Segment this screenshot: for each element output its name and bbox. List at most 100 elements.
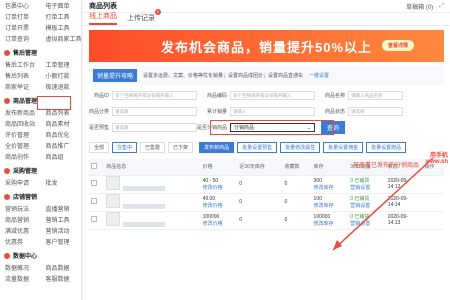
sidebar-item[interactable]: 包裹中心 [0, 1, 41, 10]
sidebar-item[interactable]: 优惠券 [0, 237, 41, 246]
filter-name-input[interactable]: 请输入商品名称 [348, 91, 403, 100]
action-button[interactable]: 批量设置预售 [237, 142, 278, 153]
section-icon [4, 49, 10, 56]
sidebar-item[interactable]: 商品创作 [0, 152, 41, 161]
sidebar: 包裹中心 电子面单 订单打单 打单工具 订单开票 模板工具 订单查询 虚拟商家工具 售后管理 售后… [0, 0, 82, 300]
tip-text: 设置多运费、文案、价格等优化销量；设置商品成团价；设置商品直通车 [143, 72, 304, 79]
sidebar-item[interactable]: 订单打单 [0, 12, 41, 21]
sidebar-item[interactable]: 商品优化 [41, 130, 82, 139]
recent-stock-cell: 0 [237, 175, 283, 194]
sidebar-item[interactable]: 采购申请 [0, 178, 41, 187]
edit-price-link[interactable]: 修改价格 [203, 202, 236, 209]
sidebar-item[interactable]: 商品回收站 [0, 119, 41, 128]
action-button[interactable]: 批量修改属性 [280, 142, 321, 153]
filter-id-label: 商品ID [93, 93, 109, 99]
sidebar-section-title: 店铺营销 [0, 190, 81, 203]
sidebar-item[interactable]: 商品数据 [41, 263, 82, 272]
product-thumbnail[interactable] [106, 194, 121, 208]
filter-code-input[interactable]: 多个空格隔开或逗号隔开输入 [230, 91, 315, 100]
sidebar-item[interactable]: 小额打款 [41, 71, 82, 80]
edit-price-link[interactable]: 修改价格 [203, 184, 236, 191]
row-checkbox-cell [89, 175, 105, 194]
sidebar-item[interactable]: 售后工作台 [0, 60, 41, 69]
status-filter-tab[interactable]: 已售罄 [140, 142, 166, 153]
sidebar-item[interactable]: 打单工具 [41, 12, 82, 21]
product-thumbnail[interactable] [106, 212, 121, 226]
sidebar-row: 优惠券 客户管理 [0, 236, 81, 247]
sidebar-row: 商家举证 极速退款 [0, 81, 81, 92]
favorites-cell: 0 [282, 175, 312, 194]
sidebar-item[interactable]: 订单查询 [0, 34, 41, 43]
column-header: 价格 [200, 159, 238, 176]
status-filter-tab[interactable]: 在售中 [112, 142, 138, 153]
expand-icon[interactable]: ⤢ [439, 3, 444, 10]
sidebar-item[interactable]: 工单管理 [41, 60, 82, 69]
sidebar-item[interactable]: 满减优惠 [0, 226, 41, 235]
section-label: 商品管理 [13, 99, 38, 105]
banner-button[interactable]: 查看详情 [381, 40, 414, 51]
sidebar-item[interactable]: 直播营销 [41, 204, 82, 213]
sidebar-section-title: 售后管理 [0, 46, 81, 59]
sidebar-item[interactable]: 营销工具 [41, 215, 82, 224]
sidebar-item[interactable]: 模板工具 [41, 23, 82, 32]
recent-stock-cell: 0 [237, 193, 283, 212]
top-right: 草稿箱 (0) ⤢ [406, 2, 444, 11]
sidebar-row: 营销玩法 直播营销 [0, 203, 81, 214]
tip-link[interactable]: 一键设置 [309, 72, 329, 79]
sidebar-item[interactable]: 订单开票 [0, 23, 41, 32]
sidebar-item[interactable]: 营销活动 [41, 226, 82, 235]
sidebar-item[interactable]: 流量数据 [0, 274, 41, 283]
filter-panel: 商品ID 多个空格隔开或逗号隔开输入 商品编码 多个空格隔开或逗号隔开输入 商品… [89, 89, 444, 137]
select-all-checkbox[interactable] [91, 162, 97, 169]
column-header: 收藏数 [282, 159, 312, 176]
filter-sales-input[interactable]: 请输入 [230, 107, 315, 116]
sidebar-item[interactable]: 客服数据 [41, 274, 82, 283]
status-filter-tab[interactable]: 全部 [89, 142, 110, 153]
row-checkbox[interactable] [91, 180, 97, 186]
favorites-cell: 0 [282, 193, 312, 212]
sidebar-item[interactable]: 电子面单 [41, 1, 82, 10]
sidebar-item[interactable]: 商家举证 [0, 82, 41, 91]
sidebar-item[interactable]: 批发 [41, 178, 82, 187]
filter-status-select[interactable]: 请选择 [348, 107, 403, 116]
sidebar-item[interactable]: 数据概况 [0, 263, 41, 272]
sidebar-item[interactable]: 商品素材 [41, 119, 82, 128]
price-cell: 49.00 修改价格 [200, 193, 238, 212]
sidebar-row: 评价管理 商品优化 [0, 129, 81, 140]
promo-banner[interactable]: 发布机会商品，销量提升50%以上 查看详情 [89, 30, 444, 62]
sidebar-item[interactable]: 商品营销 [0, 215, 41, 224]
sidebar-item[interactable]: 虚拟商家工具 [41, 34, 82, 43]
sidebar-item[interactable]: 营销玩法 [0, 204, 41, 213]
sidebar-row: 商品创作 商品组 [0, 151, 81, 162]
sidebar-row: 订单查询 虚拟商家工具 [0, 33, 81, 44]
sidebar-item[interactable]: 商品组 [41, 152, 82, 161]
sidebar-item[interactable]: 评价管理 [0, 130, 41, 139]
sidebar-row: 商品营销 营销工具 [0, 214, 81, 225]
filter-sales-label: 累计销量 [206, 109, 227, 115]
draft-box-link[interactable]: 草稿箱 (0) [406, 2, 433, 11]
action-button[interactable]: 发布新商品 [199, 142, 235, 153]
sidebar-item[interactable]: 极速退款 [41, 82, 82, 91]
status-filter-tab[interactable]: 已下架 [168, 142, 194, 153]
sidebar-item[interactable]: 售后列表 [0, 71, 41, 80]
tab-upload-records[interactable]: 上传记录 5 [127, 9, 161, 25]
product-name-blurred [123, 186, 166, 192]
row-checkbox[interactable] [91, 216, 97, 222]
sidebar-item[interactable]: 商品推广 [41, 141, 82, 150]
filter-category-select[interactable]: 请选择 [112, 107, 197, 116]
row-checkbox[interactable] [91, 198, 97, 204]
product-thumbnail[interactable] [106, 176, 121, 190]
filter-status-label: 商品状态 [324, 109, 345, 115]
tab-online[interactable]: 线上商品 [89, 11, 117, 25]
filter-id-input[interactable]: 多个空格隔开或逗号隔开输入 [112, 91, 197, 100]
row-checkbox-cell [89, 193, 105, 212]
section-icon [4, 167, 10, 174]
sidebar-item[interactable]: 客户管理 [41, 237, 82, 246]
filter-presale-select[interactable]: 请选择 [112, 123, 197, 132]
sidebar-item[interactable]: 全价管理 [0, 141, 41, 150]
sidebar-item[interactable]: 发布新商品 [0, 108, 41, 117]
edit-price-link[interactable]: 修改价格 [203, 220, 236, 227]
section-icon [4, 193, 10, 200]
topbar: 商品列表 草稿箱 (0) ⤢ [83, 0, 450, 13]
price-cell: 100000 修改价格 [200, 211, 238, 230]
